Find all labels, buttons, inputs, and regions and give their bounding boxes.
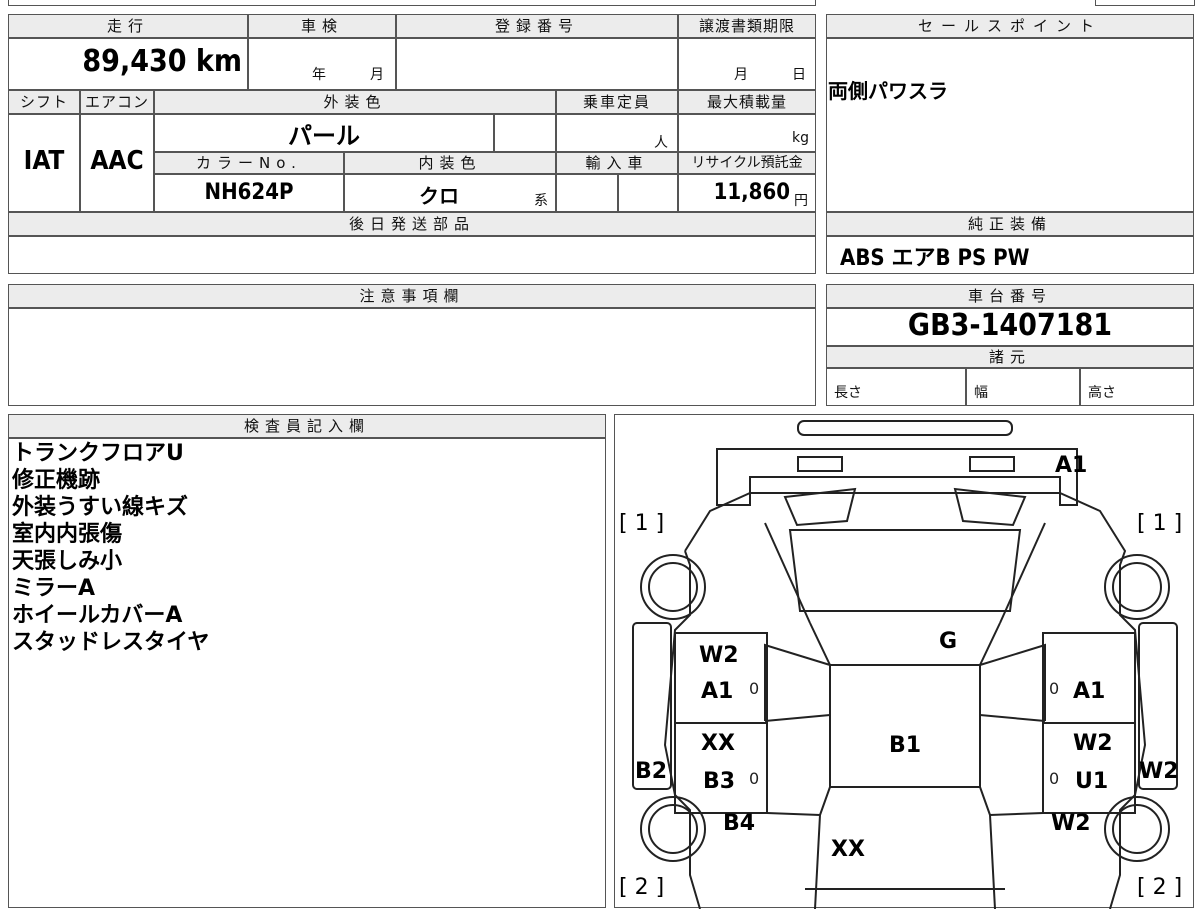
inspector-note-1: トランクフロアU bbox=[12, 441, 184, 466]
genuine-equipment-value: ABS エアB PS PW bbox=[840, 246, 1030, 271]
later-parts-cell bbox=[8, 236, 816, 274]
damage-left-front-door-2: A1 bbox=[701, 679, 734, 704]
damage-right-side: W2 bbox=[1139, 759, 1179, 784]
transfer-deadline-header: 譲渡書類期限 bbox=[678, 14, 816, 38]
bracket-top-left: [ 1 ] bbox=[619, 511, 665, 536]
mileage-value: 89,430 km bbox=[82, 44, 242, 79]
car-diagram-panel: [ 1 ] [ 1 ] [ 2 ] [ 2 ] A1 G W2 A1 0 XX … bbox=[614, 414, 1194, 909]
top-strip bbox=[8, 0, 816, 6]
inspector-note-7: ホイールカバーA bbox=[12, 603, 183, 628]
top-strip-right bbox=[1095, 0, 1195, 6]
registration-cell bbox=[396, 38, 678, 90]
import-header: 輸入車 bbox=[556, 152, 678, 174]
interior-color-value: クロ bbox=[419, 184, 459, 208]
transfer-month-unit: 月 bbox=[734, 67, 748, 83]
inspector-header: 検査員記入欄 bbox=[8, 414, 606, 438]
chassis-no-header: 車台番号 bbox=[826, 284, 1194, 308]
damage-front: A1 bbox=[1055, 453, 1088, 478]
inspector-note-8: スタッドレスタイヤ bbox=[12, 630, 210, 655]
zero-right-rear: 0 bbox=[1049, 769, 1060, 788]
exterior-color-value: パール bbox=[288, 122, 360, 150]
genuine-equipment-header: 純正装備 bbox=[826, 212, 1194, 236]
later-parts-header: 後日発送部品 bbox=[8, 212, 816, 236]
transfer-day-unit: 日 bbox=[792, 67, 806, 83]
interior-color-suffix: 系 bbox=[534, 193, 548, 209]
spec-length-label: 長さ bbox=[834, 385, 862, 401]
spec-height-label: 高さ bbox=[1088, 385, 1116, 401]
inspection-header: 車検 bbox=[248, 14, 396, 38]
zero-left-front: 0 bbox=[749, 679, 760, 698]
damage-left-rear-door-2: B3 bbox=[703, 769, 736, 794]
damage-right-rear-quarter: W2 bbox=[1051, 811, 1091, 836]
notes-header: 注意事項欄 bbox=[8, 284, 816, 308]
damage-left-rear-door-1: XX bbox=[701, 731, 735, 756]
shift-value: IAT bbox=[23, 146, 65, 176]
damage-right-front-door: A1 bbox=[1073, 679, 1106, 704]
damage-right-rear-door-2: U1 bbox=[1075, 769, 1109, 794]
inspector-note-3: 外装うすい線キズ bbox=[12, 495, 189, 520]
spec-width-label: 幅 bbox=[974, 385, 988, 401]
color-no-header: カラーNo. bbox=[154, 152, 344, 174]
notes-cell bbox=[8, 308, 816, 406]
zero-right-front: 0 bbox=[1049, 679, 1060, 698]
inspector-note-4: 室内内張傷 bbox=[12, 522, 123, 547]
interior-color-header: 内装色 bbox=[344, 152, 556, 174]
damage-rear: XX bbox=[831, 837, 865, 862]
exterior-color-extra-cell bbox=[494, 114, 556, 152]
aircon-header: エアコン bbox=[80, 90, 154, 114]
inspector-note-5: 天張しみ小 bbox=[12, 549, 123, 574]
max-load-unit: kg bbox=[792, 130, 809, 146]
zero-left-rear: 0 bbox=[749, 769, 760, 788]
damage-windshield: G bbox=[939, 629, 958, 654]
recycle-header: リサイクル預託金 bbox=[678, 152, 816, 174]
capacity-header: 乗車定員 bbox=[556, 90, 678, 114]
recycle-unit: 円 bbox=[794, 193, 808, 209]
inspection-year-unit: 年 bbox=[312, 67, 326, 83]
inspector-note-6: ミラーA bbox=[12, 576, 96, 601]
import-cell-a bbox=[556, 174, 618, 212]
recycle-value: 11,860 bbox=[713, 180, 790, 205]
sales-point-header: セールスポイント bbox=[826, 14, 1194, 38]
damage-left-front-door-1: W2 bbox=[699, 643, 739, 668]
shift-header: シフト bbox=[8, 90, 80, 114]
inspection-month-unit: 月 bbox=[370, 67, 384, 83]
damage-roof: B1 bbox=[889, 733, 922, 758]
specs-header: 諸元 bbox=[826, 346, 1194, 368]
damage-left-rear-quarter: B4 bbox=[723, 811, 756, 836]
color-no-value: NH624P bbox=[204, 180, 294, 205]
capacity-unit: 人 bbox=[654, 135, 668, 151]
mileage-header: 走行 bbox=[8, 14, 248, 38]
inspector-note-2: 修正機跡 bbox=[12, 468, 101, 493]
bracket-bottom-right: [ 2 ] bbox=[1137, 875, 1183, 900]
chassis-no-value: GB3-1407181 bbox=[907, 308, 1113, 343]
import-cell-b bbox=[618, 174, 678, 212]
damage-right-rear-door-1: W2 bbox=[1073, 731, 1113, 756]
sales-point-cell bbox=[826, 38, 1194, 212]
registration-header: 登録番号 bbox=[396, 14, 678, 38]
bracket-top-right: [ 1 ] bbox=[1137, 511, 1183, 536]
inspector-notes-list: トランクフロアU 修正機跡 外装うすい線キズ 室内内張傷 天張しみ小 ミラーA … bbox=[12, 440, 209, 656]
bracket-bottom-left: [ 2 ] bbox=[619, 875, 665, 900]
exterior-color-header: 外装色 bbox=[154, 90, 556, 114]
max-load-header: 最大積載量 bbox=[678, 90, 816, 114]
damage-left-side: B2 bbox=[635, 759, 668, 784]
sales-point-value: 両側パワスラ bbox=[828, 79, 948, 103]
aircon-value: AAC bbox=[90, 146, 144, 176]
